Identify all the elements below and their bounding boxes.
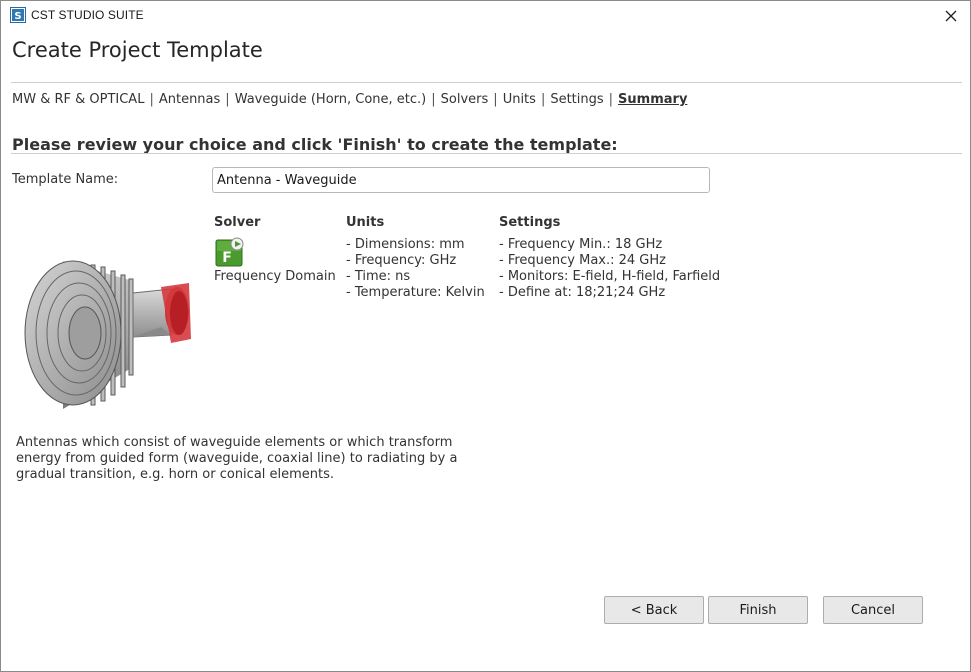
review-heading: Please review your choice and click 'Fin… (12, 135, 618, 154)
cancel-button[interactable]: Cancel (823, 596, 923, 624)
window-title: CST STUDIO SUITE (31, 8, 144, 22)
svg-text:S: S (14, 11, 21, 22)
breadcrumb-separator: | (225, 92, 230, 107)
back-button[interactable]: < Back (604, 596, 704, 624)
breadcrumb-item-solvers[interactable]: Solvers (441, 92, 489, 107)
units-item-temperature: - Temperature: Kelvin (346, 285, 485, 300)
breadcrumb-separator: | (608, 92, 614, 107)
finish-button[interactable]: Finish (708, 596, 808, 624)
units-item-frequency: - Frequency: GHz (346, 253, 457, 268)
solver-icon-letter: F (222, 250, 232, 266)
solver-name: Frequency Domain (214, 269, 336, 284)
settings-header: Settings (499, 215, 561, 230)
frequency-domain-solver-icon: F (215, 237, 244, 267)
template-description: Antennas which consist of waveguide elem… (16, 435, 458, 482)
horn-antenna-image (24, 260, 191, 409)
create-project-template-dialog: S CST STUDIO SUITE Create Project Templa… (0, 0, 971, 672)
units-item-time: - Time: ns (346, 269, 411, 284)
breadcrumb: MW & RF & OPTICAL | Antennas | Waveguide (Ho… (12, 92, 687, 107)
settings-item-frequency-max: - Frequency Max.: 24 GHz (499, 253, 666, 268)
breadcrumb-separator: | (149, 92, 154, 107)
breadcrumb-item-mw-rf-optical[interactable]: MW & RF & OPTICAL (12, 92, 144, 107)
breadcrumb-separator: | (540, 92, 546, 107)
breadcrumb-item-waveguide[interactable]: Waveguide (Horn, Cone, etc.) (235, 92, 427, 107)
template-name-label: Template Name: (12, 172, 119, 187)
settings-item-define-at: - Define at: 18;21;24 GHz (499, 285, 666, 300)
cst-logo-icon: S (10, 7, 26, 23)
settings-item-monitors: - Monitors: E-field, H-field, Farfield (499, 269, 721, 284)
solver-header: Solver (214, 215, 261, 230)
breadcrumb-item-summary: Summary (618, 92, 688, 107)
close-icon (945, 10, 957, 22)
breadcrumb-item-settings[interactable]: Settings (550, 92, 603, 107)
title-bar: S CST STUDIO SUITE (1, 1, 970, 31)
template-name-input[interactable] (212, 167, 710, 193)
breadcrumb-separator: | (431, 92, 436, 107)
breadcrumb-item-antennas[interactable]: Antennas (159, 92, 220, 107)
units-header: Units (346, 215, 385, 230)
divider (11, 153, 962, 154)
close-button[interactable] (940, 5, 962, 27)
settings-item-frequency-min: - Frequency Min.: 18 GHz (499, 237, 663, 252)
units-item-dimensions: - Dimensions: mm (346, 237, 465, 252)
breadcrumb-separator: | (493, 92, 498, 107)
breadcrumb-item-units[interactable]: Units (503, 92, 536, 107)
page-title: Create Project Template (12, 38, 263, 62)
divider (11, 82, 962, 83)
